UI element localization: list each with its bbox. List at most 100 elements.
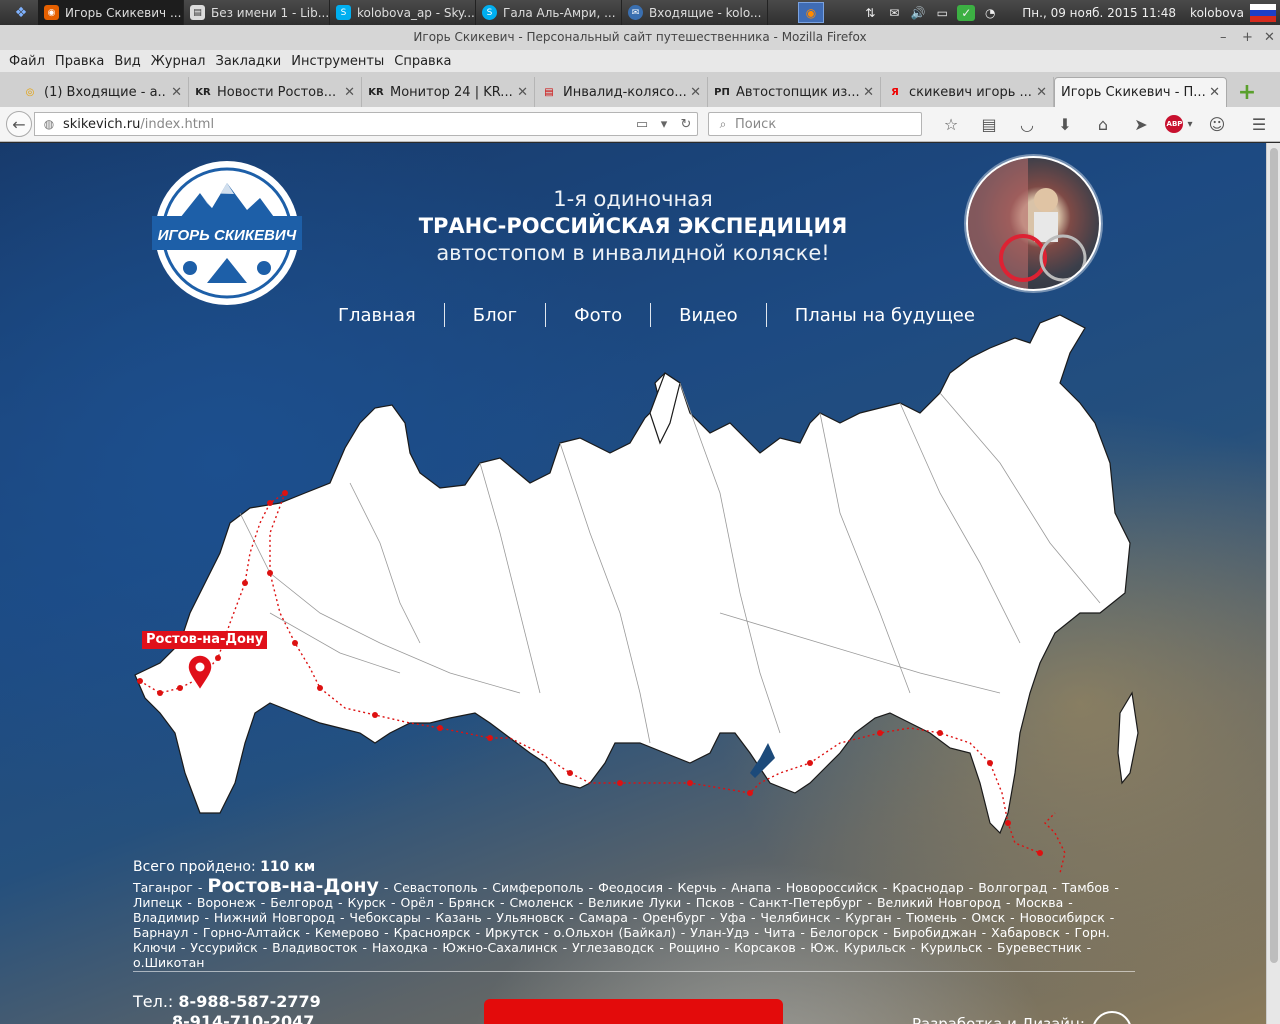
tab-news-rostov[interactable]: KR Новости Ростов... ✕ bbox=[189, 77, 362, 107]
username[interactable]: kolobova bbox=[1190, 6, 1244, 20]
tab-close-icon[interactable]: ✕ bbox=[344, 85, 355, 100]
home-icon[interactable]: ⌂ bbox=[1084, 111, 1122, 137]
minimize-icon[interactable]: – bbox=[1220, 25, 1227, 50]
taskbar-item-thunderbird[interactable]: ✉ Входящие - kolo... bbox=[622, 0, 768, 25]
route-current-city: Ростов-на-Дону bbox=[207, 875, 379, 897]
navigation-toolbar: ← ◍ skikevich.ru/index.html ▭ ▾ ↻ ⌕ Поис… bbox=[0, 107, 1280, 142]
download-icon[interactable]: ⬇ bbox=[1046, 111, 1084, 137]
vertical-scrollbar[interactable] bbox=[1266, 143, 1280, 1024]
menu-view[interactable]: Вид bbox=[114, 54, 140, 69]
tab-close-icon[interactable]: ✕ bbox=[863, 85, 874, 100]
tab-wheelchair[interactable]: ▤ Инвалид-колясо... ✕ bbox=[535, 77, 708, 107]
chat-icon[interactable]: ☺ bbox=[1198, 111, 1236, 137]
wifi-icon[interactable]: ◔ bbox=[981, 5, 999, 21]
avatar bbox=[966, 156, 1101, 291]
reader-view-icon[interactable]: ▭ bbox=[631, 113, 653, 135]
search-input[interactable]: ⌕ Поиск bbox=[708, 112, 922, 136]
scrollbar-thumb[interactable] bbox=[1270, 148, 1278, 963]
tab-monitor24[interactable]: KR Монитор 24 | KR... ✕ bbox=[362, 77, 535, 107]
start-menu-icon[interactable]: ❖ bbox=[10, 2, 32, 24]
globe-icon[interactable]: ◍ bbox=[41, 116, 57, 132]
menu-tools[interactable]: Инструменты bbox=[291, 54, 384, 69]
tab-close-icon[interactable]: ✕ bbox=[1036, 85, 1047, 100]
rp-icon: РП bbox=[714, 86, 730, 98]
window-titlebar: Игорь Скикевич - Персональный сайт путеш… bbox=[0, 25, 1280, 50]
update-ok-icon[interactable]: ✓ bbox=[957, 4, 976, 21]
volume-icon[interactable]: 🔊 bbox=[909, 5, 927, 21]
reload-icon[interactable]: ↻ bbox=[675, 113, 697, 135]
yandex-icon: Я bbox=[891, 86, 899, 98]
clock[interactable]: Пн., 09 нояб. 2015 11:48 bbox=[1022, 6, 1176, 20]
distance-value: 110 км bbox=[260, 859, 316, 875]
menu-bar: Файл Правка Вид Журнал Закладки Инструме… bbox=[0, 50, 1280, 72]
menu-bookmarks[interactable]: Закладки bbox=[216, 54, 282, 69]
url-domain: skikevich.ru bbox=[63, 116, 141, 132]
kr-icon: KR bbox=[195, 86, 211, 98]
taskbar-item-libreoffice[interactable]: ▤ Без имени 1 - Lib... bbox=[184, 0, 330, 25]
tab-skikevich[interactable]: Игорь Скикевич - П... ✕ bbox=[1054, 77, 1227, 107]
pocket-icon[interactable]: ◡ bbox=[1008, 111, 1046, 137]
mail-icon: ◎ bbox=[25, 86, 35, 98]
headline-line3: автостопом в инвалидной коляске! bbox=[436, 241, 830, 265]
bookmarks-list-icon[interactable]: ▤ bbox=[970, 111, 1008, 137]
tab-close-icon[interactable]: ✕ bbox=[1209, 85, 1220, 100]
send-icon[interactable]: ➤ bbox=[1122, 111, 1160, 137]
menu-edit[interactable]: Правка bbox=[55, 54, 104, 69]
network-updown-icon[interactable]: ⇅ bbox=[861, 5, 879, 21]
donate-button[interactable] bbox=[484, 999, 783, 1024]
url-path: /index.html bbox=[140, 116, 215, 132]
tab-close-icon[interactable]: ✕ bbox=[171, 85, 182, 100]
phone-number-2[interactable]: 8-914-710-2047 bbox=[172, 1012, 314, 1024]
keyboard-layout-flag-icon[interactable] bbox=[1250, 3, 1276, 22]
taskbar-item-skype-2[interactable]: S Гала Аль-Амри, ... bbox=[476, 0, 622, 25]
tab-inbox[interactable]: ◎ (1) Входящие - а... ✕ bbox=[16, 77, 189, 107]
site-logo[interactable]: ИГОРЬ СКИКЕВИЧ bbox=[152, 158, 302, 308]
russia-route-map[interactable] bbox=[120, 313, 1150, 873]
tab-hitchhiker[interactable]: РП Автостопщик из... ✕ bbox=[708, 77, 881, 107]
tab-close-icon[interactable]: ✕ bbox=[690, 85, 701, 100]
dropdown-arrow-icon[interactable]: ▾ bbox=[653, 113, 675, 135]
hamburger-menu-icon[interactable]: ☰ bbox=[1240, 111, 1278, 137]
location-pin-icon bbox=[187, 655, 213, 691]
avatar-photo bbox=[968, 158, 1087, 289]
developer-logo-icon[interactable] bbox=[1092, 1011, 1132, 1024]
headline: 1-я одиночная ТРАНС-РОССИЙСКАЯ ЭКСПЕДИЦИ… bbox=[400, 187, 866, 265]
system-tray: ⇅ ✉ 🔊 ▭ ✓ ◔ Пн., 09 нояб. 2015 11:48 kol… bbox=[858, 0, 1280, 25]
bookmark-star-icon[interactable]: ☆ bbox=[932, 111, 970, 137]
thunderbird-icon: ✉ bbox=[628, 5, 643, 20]
back-button[interactable]: ← bbox=[6, 111, 32, 137]
skype-icon: S bbox=[482, 5, 497, 20]
new-tab-button[interactable]: + bbox=[1235, 80, 1259, 105]
distance-stats: Всего пройдено: 110 км bbox=[133, 859, 315, 875]
document-icon: ▤ bbox=[190, 5, 205, 20]
logo-text: ИГОРЬ СКИКЕВИЧ bbox=[158, 227, 297, 244]
battery-icon[interactable]: ▭ bbox=[933, 5, 951, 21]
taskbar-item-skype-1[interactable]: S kolobova_ap - Sky... bbox=[330, 0, 476, 25]
mail-tray-icon[interactable]: ✉ bbox=[885, 5, 903, 21]
russia-map-shape bbox=[134, 314, 1131, 835]
developer-credit: Разработка и Дизайн: bbox=[912, 1015, 1085, 1024]
tab-yandex-search[interactable]: Я скикевич игорь ... ✕ bbox=[881, 77, 1054, 107]
news-icon: ▤ bbox=[544, 86, 554, 98]
menu-history[interactable]: Журнал bbox=[151, 54, 206, 69]
menu-help[interactable]: Справка bbox=[394, 54, 451, 69]
phone-line-1: Тел.: 8-988-587-2779 bbox=[133, 992, 321, 1011]
maximize-icon[interactable]: + bbox=[1242, 25, 1253, 50]
window-title: Игорь Скикевич - Персональный сайт путеш… bbox=[413, 30, 867, 44]
tab-close-icon[interactable]: ✕ bbox=[517, 85, 528, 100]
phone-number-1[interactable]: 8-988-587-2779 bbox=[178, 992, 320, 1011]
current-city-label: Ростов-на-Дону bbox=[142, 631, 268, 649]
taskbar-item-firefox[interactable]: ◉ Игорь Скикевич ... bbox=[38, 0, 184, 25]
os-taskbar: ❖ ◉ Игорь Скикевич ... ▤ Без имени 1 - L… bbox=[0, 0, 1280, 25]
sakhalin-island bbox=[1117, 691, 1139, 785]
page-content: ИГОРЬ СКИКЕВИЧ 1-я одиночная ТРАНС-РОССИ… bbox=[0, 143, 1266, 1024]
firefox-launcher-icon[interactable]: ◉ bbox=[798, 2, 824, 23]
close-icon[interactable]: ✕ bbox=[1264, 25, 1275, 50]
adblock-icon[interactable]: ABP ▾ bbox=[1160, 111, 1198, 137]
url-bar[interactable]: ◍ skikevich.ru/index.html ▭ ▾ ↻ bbox=[34, 112, 698, 136]
divider bbox=[133, 971, 1135, 972]
firefox-icon: ◉ bbox=[44, 5, 59, 20]
menu-file[interactable]: Файл bbox=[9, 54, 45, 69]
search-icon: ⌕ bbox=[719, 116, 727, 131]
skype-icon: S bbox=[336, 5, 351, 20]
